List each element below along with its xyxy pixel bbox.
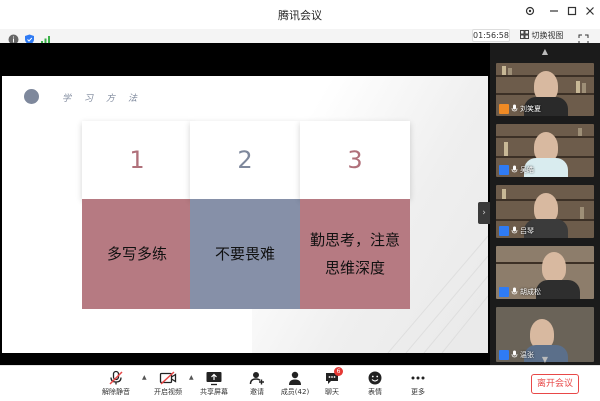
more-icon	[411, 376, 425, 380]
participant-name-tag: 胡成松	[499, 286, 541, 297]
members-button[interactable]: 成员(42)	[275, 370, 315, 400]
participant-tile[interactable]: 吴皓	[496, 124, 594, 177]
start-video-button[interactable]: 开启视频	[148, 370, 188, 400]
user-icon	[499, 164, 509, 175]
participant-name: 刘笑夏	[520, 104, 541, 113]
emoji-label: 表情	[368, 388, 382, 396]
mic-icon	[511, 165, 518, 173]
participant-name-tag: 吕琴	[499, 225, 534, 236]
participant-name: 胡成松	[520, 287, 541, 296]
grid-icon	[520, 30, 529, 39]
participant-video-panel: ▲ 刘笑夏 吴皓 吕琴 胡成松 温张 ▼	[490, 43, 600, 365]
info-icon[interactable]	[8, 30, 19, 45]
share-screen-icon	[206, 372, 222, 386]
chat-button[interactable]: 6 聊天	[312, 367, 352, 400]
members-label: 成员(42)	[280, 388, 310, 396]
more-label: 更多	[411, 388, 425, 396]
collapse-panel-button[interactable]: ›	[478, 202, 490, 224]
card-text: 不要畏难	[190, 199, 300, 309]
user-icon	[499, 225, 509, 236]
scroll-up-icon[interactable]: ▲	[490, 47, 600, 56]
slide-bullet-dot	[24, 89, 39, 104]
shield-icon[interactable]	[24, 30, 35, 45]
close-button[interactable]	[581, 5, 599, 23]
more-button[interactable]: 更多	[398, 370, 438, 400]
switch-view-label: 切换视图	[531, 31, 564, 40]
start-video-label: 开启视频	[154, 388, 182, 396]
card-text: 多写多练	[82, 199, 192, 309]
chevron-right-icon: ›	[482, 208, 486, 218]
chat-label: 聊天	[325, 388, 339, 396]
chat-unread-badge: 6	[334, 367, 343, 376]
share-screen-label: 共享屏幕	[200, 388, 228, 396]
meeting-timer: 01:56:58	[472, 29, 510, 42]
signal-icon[interactable]	[40, 30, 51, 44]
settings-icon[interactable]	[521, 5, 539, 23]
switch-view-button[interactable]: 切换视图	[520, 29, 564, 42]
participant-tile[interactable]: 胡成松	[496, 246, 594, 299]
shared-screen-area: 学习方法 1 多写多练 2 不要畏难 3 勤思考，注意思维深度	[0, 43, 490, 365]
mic-icon	[511, 287, 518, 295]
method-card-3: 3 勤思考，注意思维深度	[300, 121, 410, 309]
presentation-slide: 学习方法 1 多写多练 2 不要畏难 3 勤思考，注意思维深度	[2, 76, 488, 353]
mic-icon	[511, 226, 518, 234]
method-card-1: 1 多写多练	[82, 121, 192, 309]
smile-icon	[368, 371, 382, 385]
window-title: 腾讯会议	[278, 9, 322, 22]
video-off-icon	[159, 371, 177, 385]
minimize-button[interactable]	[545, 5, 563, 23]
share-screen-button[interactable]: 共享屏幕	[194, 370, 234, 400]
participant-name-tag: 吴皓	[499, 164, 534, 175]
method-card-2: 2 不要畏难	[190, 121, 300, 309]
participant-tile[interactable]: 刘笑夏	[496, 63, 594, 116]
scroll-down-icon[interactable]: ▼	[490, 355, 600, 364]
card-number: 1	[82, 121, 192, 199]
unmute-button[interactable]: 解除静音	[96, 370, 136, 400]
maximize-button[interactable]	[563, 5, 581, 23]
participant-name-tag: 刘笑夏	[499, 103, 541, 114]
audio-options-caret-icon[interactable]: ▲	[142, 374, 147, 381]
emoji-button[interactable]: 表情	[355, 370, 395, 400]
participant-name: 吕琴	[520, 226, 534, 235]
card-text: 勤思考，注意思维深度	[300, 199, 410, 309]
title-bar: 腾讯会议	[0, 0, 600, 29]
leave-meeting-button[interactable]: 离开会议	[531, 374, 579, 394]
meeting-toolbar: 解除静音 ▲ 开启视频 ▲ 共享屏幕 邀请 成员(42) 6 聊天 表情 更多 …	[0, 365, 600, 401]
invite-button[interactable]: 邀请	[237, 370, 277, 400]
card-number: 2	[190, 121, 300, 199]
fullscreen-icon[interactable]	[578, 30, 589, 45]
participant-name: 吴皓	[520, 165, 534, 174]
mic-icon	[511, 104, 518, 112]
members-icon	[289, 371, 301, 385]
mic-muted-icon	[109, 370, 123, 385]
unmute-label: 解除静音	[102, 388, 130, 396]
user-icon	[499, 286, 509, 297]
participant-tile[interactable]: 吕琴	[496, 185, 594, 238]
slide-heading: 学习方法	[62, 94, 151, 104]
add-user-icon	[249, 372, 264, 385]
host-icon	[499, 103, 509, 114]
card-number: 3	[300, 121, 410, 199]
invite-label: 邀请	[250, 388, 264, 396]
participant-tile[interactable]: 温张	[496, 307, 594, 362]
video-options-caret-icon[interactable]: ▲	[189, 374, 194, 381]
meeting-info-bar: 01:56:58 切换视图	[0, 29, 600, 45]
